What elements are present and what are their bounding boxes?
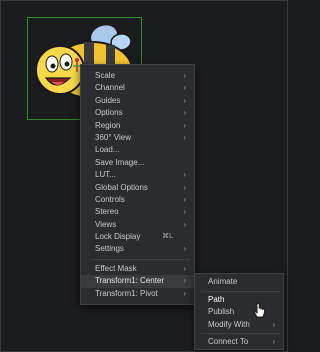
- chevron-right-icon: ›: [272, 319, 275, 329]
- chevron-right-icon: ›: [183, 95, 186, 105]
- chevron-right-icon: ›: [272, 337, 275, 347]
- menu-item-360-view[interactable]: 360° View ›: [81, 132, 194, 144]
- chevron-right-icon: ›: [183, 244, 186, 254]
- chevron-right-icon: ›: [183, 194, 186, 204]
- chevron-right-icon: ›: [183, 83, 186, 93]
- chevron-right-icon: ›: [183, 276, 186, 286]
- menu-item-options[interactable]: Options ›: [81, 107, 194, 119]
- submenu-item-modify-with[interactable]: Modify With ›: [195, 319, 283, 332]
- menu-separator: [91, 258, 190, 260]
- menu-item-settings[interactable]: Settings ›: [81, 243, 194, 255]
- chevron-right-icon: ›: [183, 170, 186, 180]
- menu-item-views[interactable]: Views ›: [81, 219, 194, 231]
- menu-item-effect-mask[interactable]: Effect Mask ›: [81, 263, 194, 275]
- menu-item-transform1-pivot[interactable]: Transform1: Pivot ›: [81, 288, 194, 300]
- chevron-right-icon: ›: [183, 132, 186, 142]
- menu-item-stereo[interactable]: Stereo ›: [81, 206, 194, 218]
- chevron-right-icon: ›: [183, 108, 186, 118]
- menu-item-region[interactable]: Region ›: [81, 120, 194, 132]
- menu-item-lut[interactable]: LUT... ›: [81, 169, 194, 181]
- chevron-right-icon: ›: [183, 219, 186, 229]
- submenu-transform1-center: Animate Path Publish Modify With › Connec…: [194, 273, 284, 350]
- menu-item-channel[interactable]: Channel ›: [81, 82, 194, 94]
- mouse-pointer-icon: [253, 303, 265, 318]
- chevron-right-icon: ›: [183, 71, 186, 80]
- submenu-item-publish[interactable]: Publish: [195, 306, 283, 319]
- chevron-right-icon: ›: [183, 120, 186, 130]
- menu-item-global-options[interactable]: Global Options ›: [81, 182, 194, 194]
- menu-item-scale[interactable]: Scale ›: [81, 70, 194, 82]
- menu-item-controls[interactable]: Controls ›: [81, 194, 194, 206]
- chevron-right-icon: ›: [183, 182, 186, 192]
- menu-item-save-image[interactable]: Save Image...: [81, 157, 194, 169]
- menu-item-lock-display[interactable]: Lock Display ⌘L: [81, 231, 194, 243]
- submenu-item-path[interactable]: Path: [195, 294, 283, 307]
- menu-item-guides[interactable]: Guides ›: [81, 95, 194, 107]
- shortcut-label: ⌘L: [162, 233, 173, 241]
- menu-separator: [201, 290, 280, 292]
- submenu-item-animate[interactable]: Animate: [195, 276, 283, 289]
- menu-item-load[interactable]: Load...: [81, 144, 194, 156]
- menu-item-transform1-center[interactable]: Transform1: Center ›: [81, 275, 194, 288]
- chevron-right-icon: ›: [183, 288, 186, 298]
- chevron-right-icon: ›: [183, 207, 186, 217]
- context-menu: Scale › Channel › Guides › Options › Region ›…: [80, 64, 195, 305]
- submenu-item-connect-to[interactable]: Connect To ›: [195, 336, 283, 349]
- chevron-right-icon: ›: [183, 263, 186, 273]
- menu-separator: [201, 333, 280, 335]
